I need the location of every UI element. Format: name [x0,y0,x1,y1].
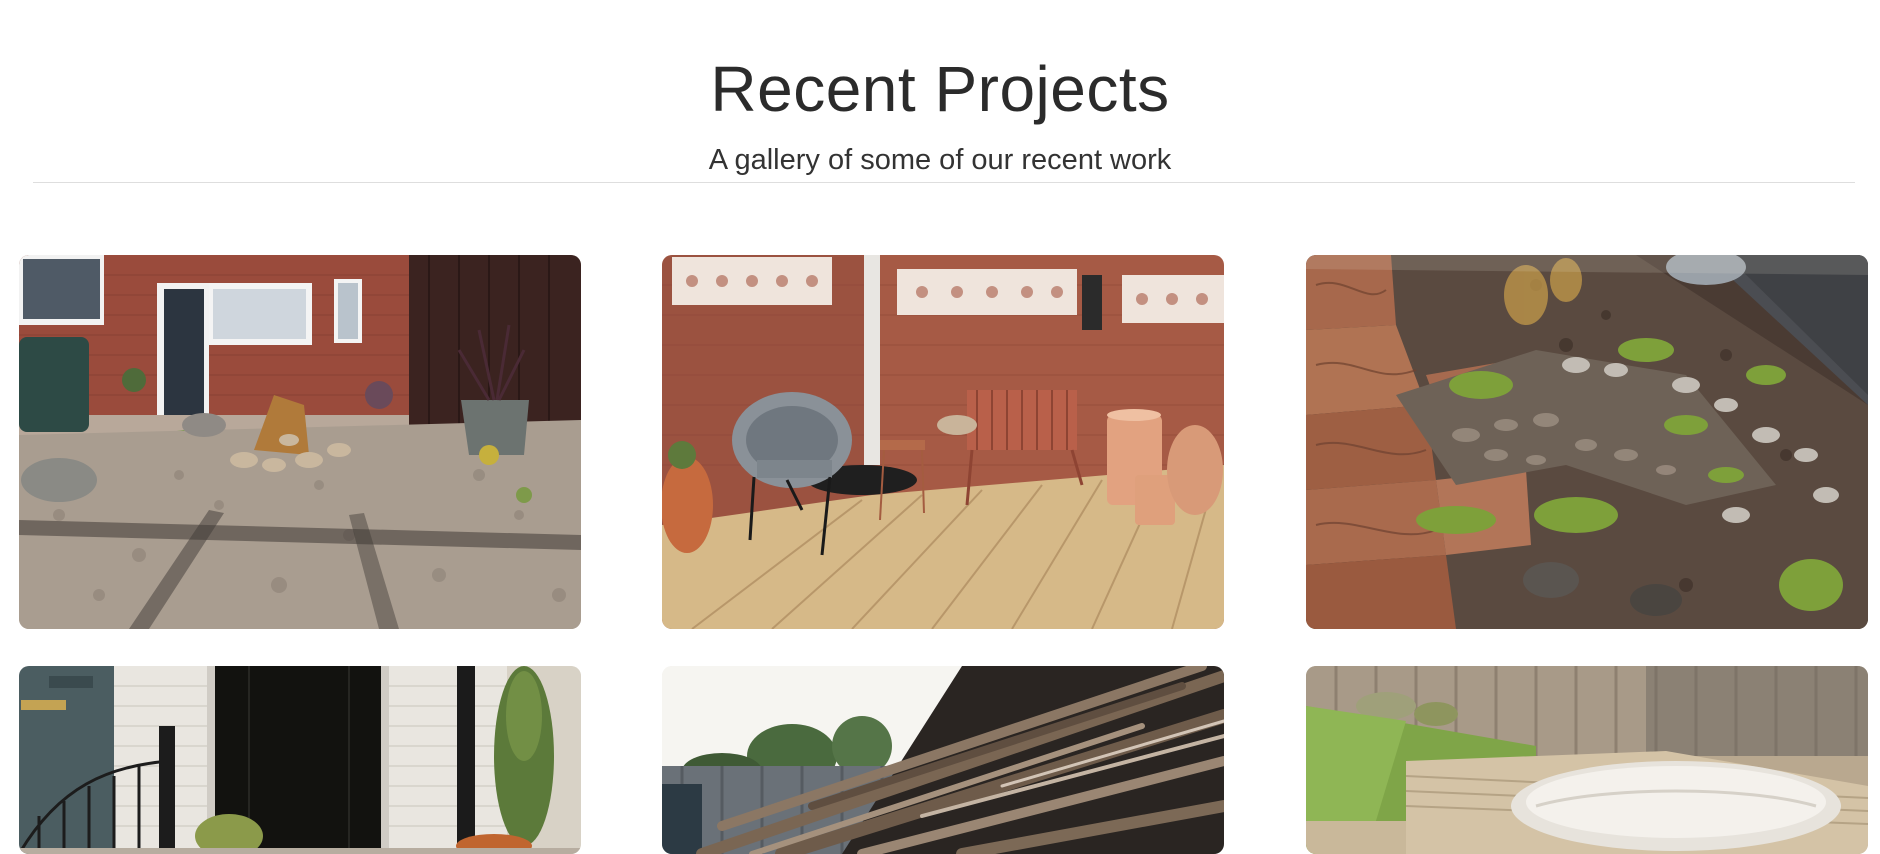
gallery-item-hot-tub[interactable] [1306,666,1868,854]
project-gallery [0,0,1880,854]
hot-tub-decking-photo [1306,666,1868,854]
gallery-item-decking-patio[interactable] [662,255,1224,629]
decking-patio-photo [662,255,1224,629]
front-door-garden-photo [19,666,581,854]
water-feature-photo [1306,255,1868,629]
gallery-item-front-door[interactable] [19,666,581,854]
gallery-item-rustic-fence[interactable] [662,666,1224,854]
gravel-garden-photo [19,255,581,629]
rustic-fence-photo [662,666,1224,854]
gallery-item-gravel-garden[interactable] [19,255,581,629]
gallery-item-water-feature[interactable] [1306,255,1868,629]
